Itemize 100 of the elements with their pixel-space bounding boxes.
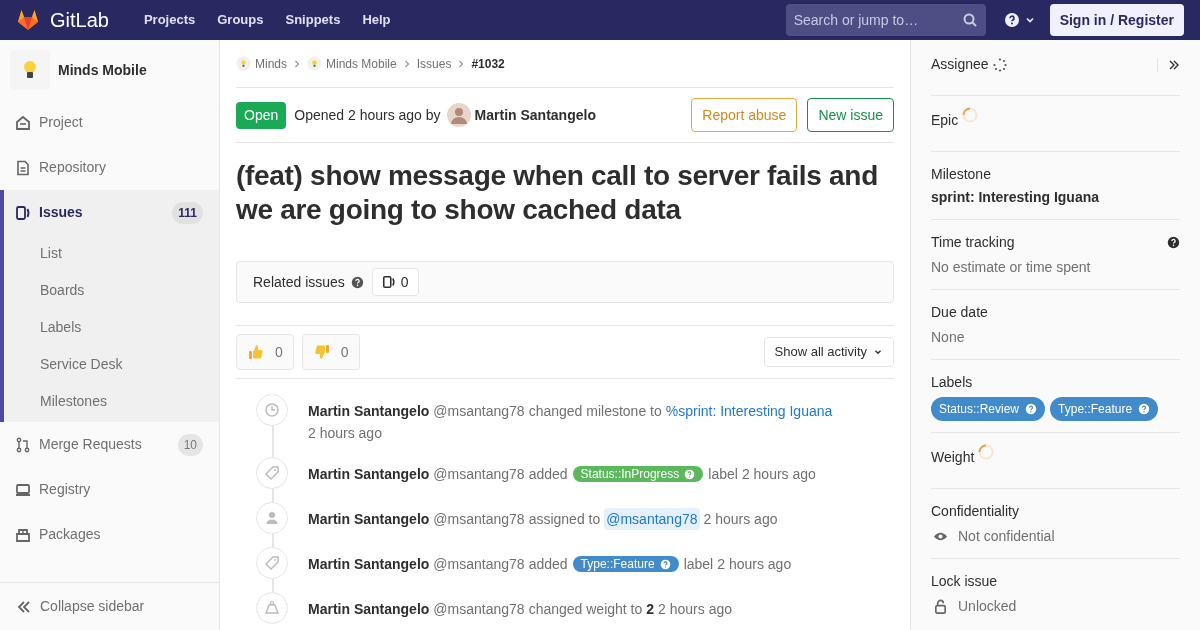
sidebar-item[interactable]: Repository bbox=[4, 145, 219, 190]
help-icon bbox=[350, 275, 364, 289]
author-name[interactable]: Martin Santangelo bbox=[308, 400, 430, 422]
section-value: None bbox=[931, 328, 966, 347]
section-title: Confidentiality bbox=[931, 502, 1019, 521]
activity-text: added bbox=[528, 555, 568, 574]
merge-request-icon bbox=[15, 436, 31, 453]
sidebar-item[interactable]: Registry bbox=[4, 467, 219, 512]
search-field[interactable]: Search or jump to… bbox=[793, 9, 962, 31]
avatar[interactable] bbox=[446, 103, 471, 127]
activity-text: changed weight to bbox=[528, 600, 643, 619]
project-name[interactable]: Minds Mobile bbox=[58, 59, 147, 81]
section-title: Time tracking bbox=[931, 233, 1015, 252]
laptop-icon bbox=[15, 481, 31, 498]
user-handle: @msantang78 bbox=[433, 510, 525, 529]
document-icon bbox=[15, 159, 31, 176]
related-issues-count-badge[interactable]: 0 bbox=[371, 268, 419, 296]
weight-value: 2 bbox=[646, 600, 655, 619]
user-handle: @msantang78 bbox=[433, 402, 525, 421]
open-padlock-icon bbox=[933, 599, 948, 614]
loading-spinner-icon bbox=[962, 106, 979, 123]
issues-icon bbox=[381, 275, 396, 289]
clock-icon bbox=[264, 402, 280, 418]
loading-spinner-icon bbox=[992, 57, 1007, 72]
nav-link[interactable]: Projects bbox=[140, 10, 199, 30]
section-value: Not confidential bbox=[958, 527, 1055, 546]
author-link[interactable]: Martin Santangelo bbox=[474, 104, 596, 126]
sidebar-subitem[interactable]: Service Desk bbox=[4, 346, 219, 383]
breadcrumb-link[interactable]: Minds Mobile bbox=[326, 54, 397, 73]
milestone-value[interactable]: sprint: Interesting Iguana bbox=[931, 187, 1180, 208]
fox-logo-icon[interactable] bbox=[16, 8, 40, 32]
breadcrumb-link[interactable]: Minds bbox=[255, 54, 287, 73]
activity-text: label bbox=[708, 465, 738, 484]
timestamp: 2 hours ago bbox=[741, 465, 816, 484]
label-tag[interactable]: Type::Feature bbox=[1050, 397, 1159, 421]
tag-icon bbox=[264, 465, 280, 481]
activity-text: assigned to bbox=[528, 510, 601, 529]
section-title: Lock issue bbox=[931, 572, 998, 591]
breadcrumb-link[interactable]: #1032 bbox=[471, 54, 505, 73]
help-icon bbox=[1003, 12, 1020, 28]
section-title: Due date bbox=[931, 303, 988, 322]
author-name[interactable]: Martin Santangelo bbox=[308, 553, 430, 575]
sidebar-item[interactable]: Project bbox=[4, 100, 219, 145]
sidebar-subitem[interactable]: Boards bbox=[4, 272, 219, 309]
count-badge: 10 bbox=[177, 433, 203, 456]
section-title: Milestone bbox=[931, 165, 991, 184]
timestamp: 2 hours ago bbox=[717, 555, 792, 574]
award-button[interactable]: 0 bbox=[301, 334, 360, 370]
activity-text: added bbox=[528, 465, 568, 484]
activity-text: label bbox=[683, 555, 714, 574]
timestamp: 2 hours ago bbox=[658, 600, 733, 619]
award-button[interactable]: 0 bbox=[236, 334, 294, 370]
related-issues-label: Related issues bbox=[253, 272, 345, 292]
section-title: Assignee bbox=[931, 55, 989, 74]
sidebar-subitem[interactable]: List bbox=[4, 235, 219, 272]
milestone-link[interactable]: %sprint: Interesting Iguana bbox=[665, 400, 833, 422]
sidebar-item[interactable]: Issues 111 bbox=[4, 190, 219, 235]
label-tag[interactable]: Status::Review bbox=[931, 397, 1046, 421]
light-bulb-icon bbox=[307, 56, 322, 71]
sign-in-button[interactable]: Sign in / Register bbox=[1049, 4, 1184, 36]
user-handle: @msantang78 bbox=[433, 555, 525, 574]
person-icon bbox=[264, 510, 280, 526]
chevron-right-icon bbox=[402, 59, 411, 68]
nav-link[interactable]: Help bbox=[359, 10, 394, 30]
double-chevron-left-icon bbox=[16, 598, 32, 615]
timestamp: 2 hours ago bbox=[703, 510, 778, 529]
author-name[interactable]: Martin Santangelo bbox=[308, 508, 430, 530]
nav-link[interactable]: Snippets bbox=[282, 10, 344, 30]
search-icon bbox=[961, 12, 978, 28]
sidebar-item[interactable]: Merge Requests 10 bbox=[4, 422, 219, 467]
nav-link[interactable]: Groups bbox=[214, 10, 267, 30]
double-chevron-right-icon[interactable] bbox=[1168, 58, 1180, 71]
section-value: Unlocked bbox=[958, 597, 1017, 616]
project-avatar[interactable] bbox=[10, 50, 50, 90]
help-icon bbox=[1138, 403, 1151, 415]
author-name[interactable]: Martin Santangelo bbox=[308, 598, 430, 620]
tag-icon bbox=[264, 555, 280, 571]
sidebar-subitem[interactable]: Labels bbox=[4, 309, 219, 346]
issues-icon bbox=[15, 204, 31, 221]
sidebar-item[interactable]: Packages bbox=[4, 512, 219, 557]
help-icon bbox=[659, 558, 671, 570]
weight-icon bbox=[264, 600, 280, 616]
search-bar[interactable]: Search or jump to… bbox=[785, 4, 986, 36]
brand-name[interactable]: GitLab bbox=[50, 5, 109, 35]
section-title: Weight bbox=[931, 448, 975, 467]
issue-title: (feat) show message when call to server fails and we are going to show cached data bbox=[236, 159, 879, 227]
label-tag[interactable]: Type::Feature bbox=[572, 556, 679, 572]
sidebar-subitem[interactable]: Milestones bbox=[4, 383, 219, 420]
thumbs-up-icon bbox=[247, 343, 265, 361]
new-issue-button[interactable]: New issue bbox=[807, 98, 894, 132]
activity-filter-dropdown[interactable]: Show all activity bbox=[763, 337, 894, 367]
chevron-right-icon bbox=[293, 59, 301, 68]
breadcrumb-link[interactable]: Issues bbox=[416, 54, 452, 73]
chevron-right-icon bbox=[457, 59, 466, 68]
help-menu-button[interactable] bbox=[1003, 12, 1036, 28]
author-name[interactable]: Martin Santangelo bbox=[308, 463, 430, 485]
user-mention-link[interactable]: @msantang78 bbox=[604, 508, 700, 530]
user-handle: @msantang78 bbox=[433, 600, 525, 619]
user-handle: @msantang78 bbox=[433, 465, 525, 484]
report-abuse-button[interactable]: Report abuse bbox=[691, 98, 798, 132]
